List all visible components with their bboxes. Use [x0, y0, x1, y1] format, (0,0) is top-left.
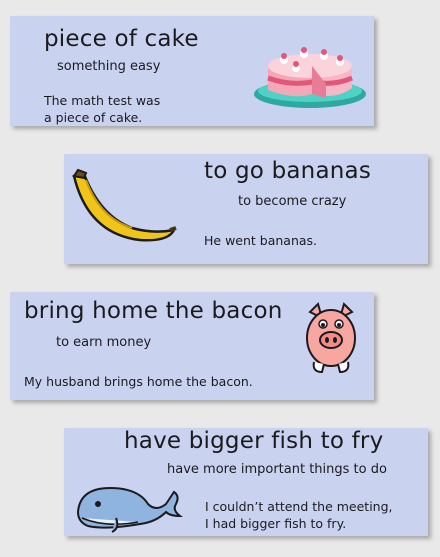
- idiom-title: piece of cake: [44, 26, 199, 52]
- idiom-example-line-2: a piece of cake.: [44, 110, 143, 125]
- idiom-card-have-bigger-fish-to-fry: have bigger fish to fry have more import…: [64, 428, 428, 536]
- idiom-example-line-1: The math test was: [44, 93, 161, 108]
- idiom-example-line-2: I had bigger fish to fry.: [205, 516, 347, 531]
- idiom-title: to go bananas: [204, 158, 372, 184]
- pig-icon: [306, 302, 356, 374]
- idiom-meaning: have more important things to do: [167, 462, 387, 477]
- banana-icon: [72, 168, 177, 242]
- idiom-card-piece-of-cake: piece of cake something easy The math te…: [10, 16, 374, 126]
- idiom-example-line-1: I couldn’t attend the meeting,: [205, 499, 393, 514]
- idiom-title: bring home the bacon: [24, 298, 283, 324]
- cake-icon: [254, 47, 366, 108]
- idiom-meaning: to become crazy: [238, 194, 347, 209]
- whale-icon: [76, 486, 183, 533]
- idiom-meaning: to earn money: [56, 335, 152, 350]
- idiom-example-line-1: He went bananas.: [204, 233, 318, 248]
- idiom-title: have bigger fish to fry: [124, 428, 384, 454]
- idiom-card-to-go-bananas: to go bananas to become crazy He went ba…: [64, 154, 428, 264]
- idiom-meaning: something easy: [57, 59, 161, 74]
- idiom-example-line-1: My husband brings home the bacon.: [24, 374, 253, 389]
- idiom-card-bring-home-the-bacon: bring home the bacon to earn money My hu…: [10, 292, 374, 400]
